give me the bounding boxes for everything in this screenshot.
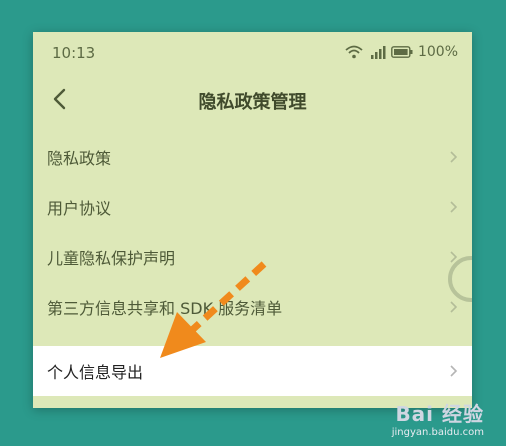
menu-item-personal-info-export[interactable]: 个人信息导出 (33, 346, 472, 396)
menu-item-user-agreement[interactable]: 用户协议 (33, 182, 472, 232)
signal-icon (368, 45, 386, 59)
menu-item-label: 隐私政策 (47, 149, 112, 168)
status-icons: 100% (345, 44, 458, 60)
wifi-icon (345, 45, 363, 59)
watermark: Bai 经验 jingyan.baidu.com (392, 398, 484, 438)
page-title: 隐私政策管理 (198, 92, 307, 113)
status-bar: 10:13 100% (33, 32, 472, 72)
menu-item-privacy-policy[interactable]: 隐私政策 (33, 132, 472, 182)
watermark-logo: Bai 经验 (395, 402, 484, 426)
menu-item-label: 个人信息导出 (47, 363, 144, 382)
menu-item-label: 儿童隐私保护声明 (47, 249, 176, 268)
menu-item-third-party-sdk[interactable]: 第三方信息共享和 SDK 服务清单 (33, 282, 472, 332)
title-bar: 隐私政策管理 (33, 72, 472, 127)
chevron-right-icon (450, 201, 458, 213)
chevron-right-icon (450, 365, 458, 377)
phone-screen: 10:13 100% 隐私政策管理 隐私政策 用户协议 儿童隐私保护声明 第三方… (33, 32, 472, 408)
chevron-right-icon (450, 301, 458, 313)
menu-list: 隐私政策 用户协议 儿童隐私保护声明 第三方信息共享和 SDK 服务清单 个人信… (33, 132, 472, 396)
chevron-right-icon (450, 151, 458, 163)
battery-percent: 100% (417, 44, 458, 60)
watermark-url: jingyan.baidu.com (391, 427, 484, 438)
menu-item-label: 第三方信息共享和 SDK 服务清单 (47, 299, 283, 318)
status-time: 10:13 (52, 44, 96, 62)
menu-section-divider (33, 332, 472, 346)
menu-item-children-privacy[interactable]: 儿童隐私保护声明 (33, 232, 472, 282)
menu-item-label: 用户协议 (47, 199, 112, 218)
battery-icon (391, 46, 413, 58)
